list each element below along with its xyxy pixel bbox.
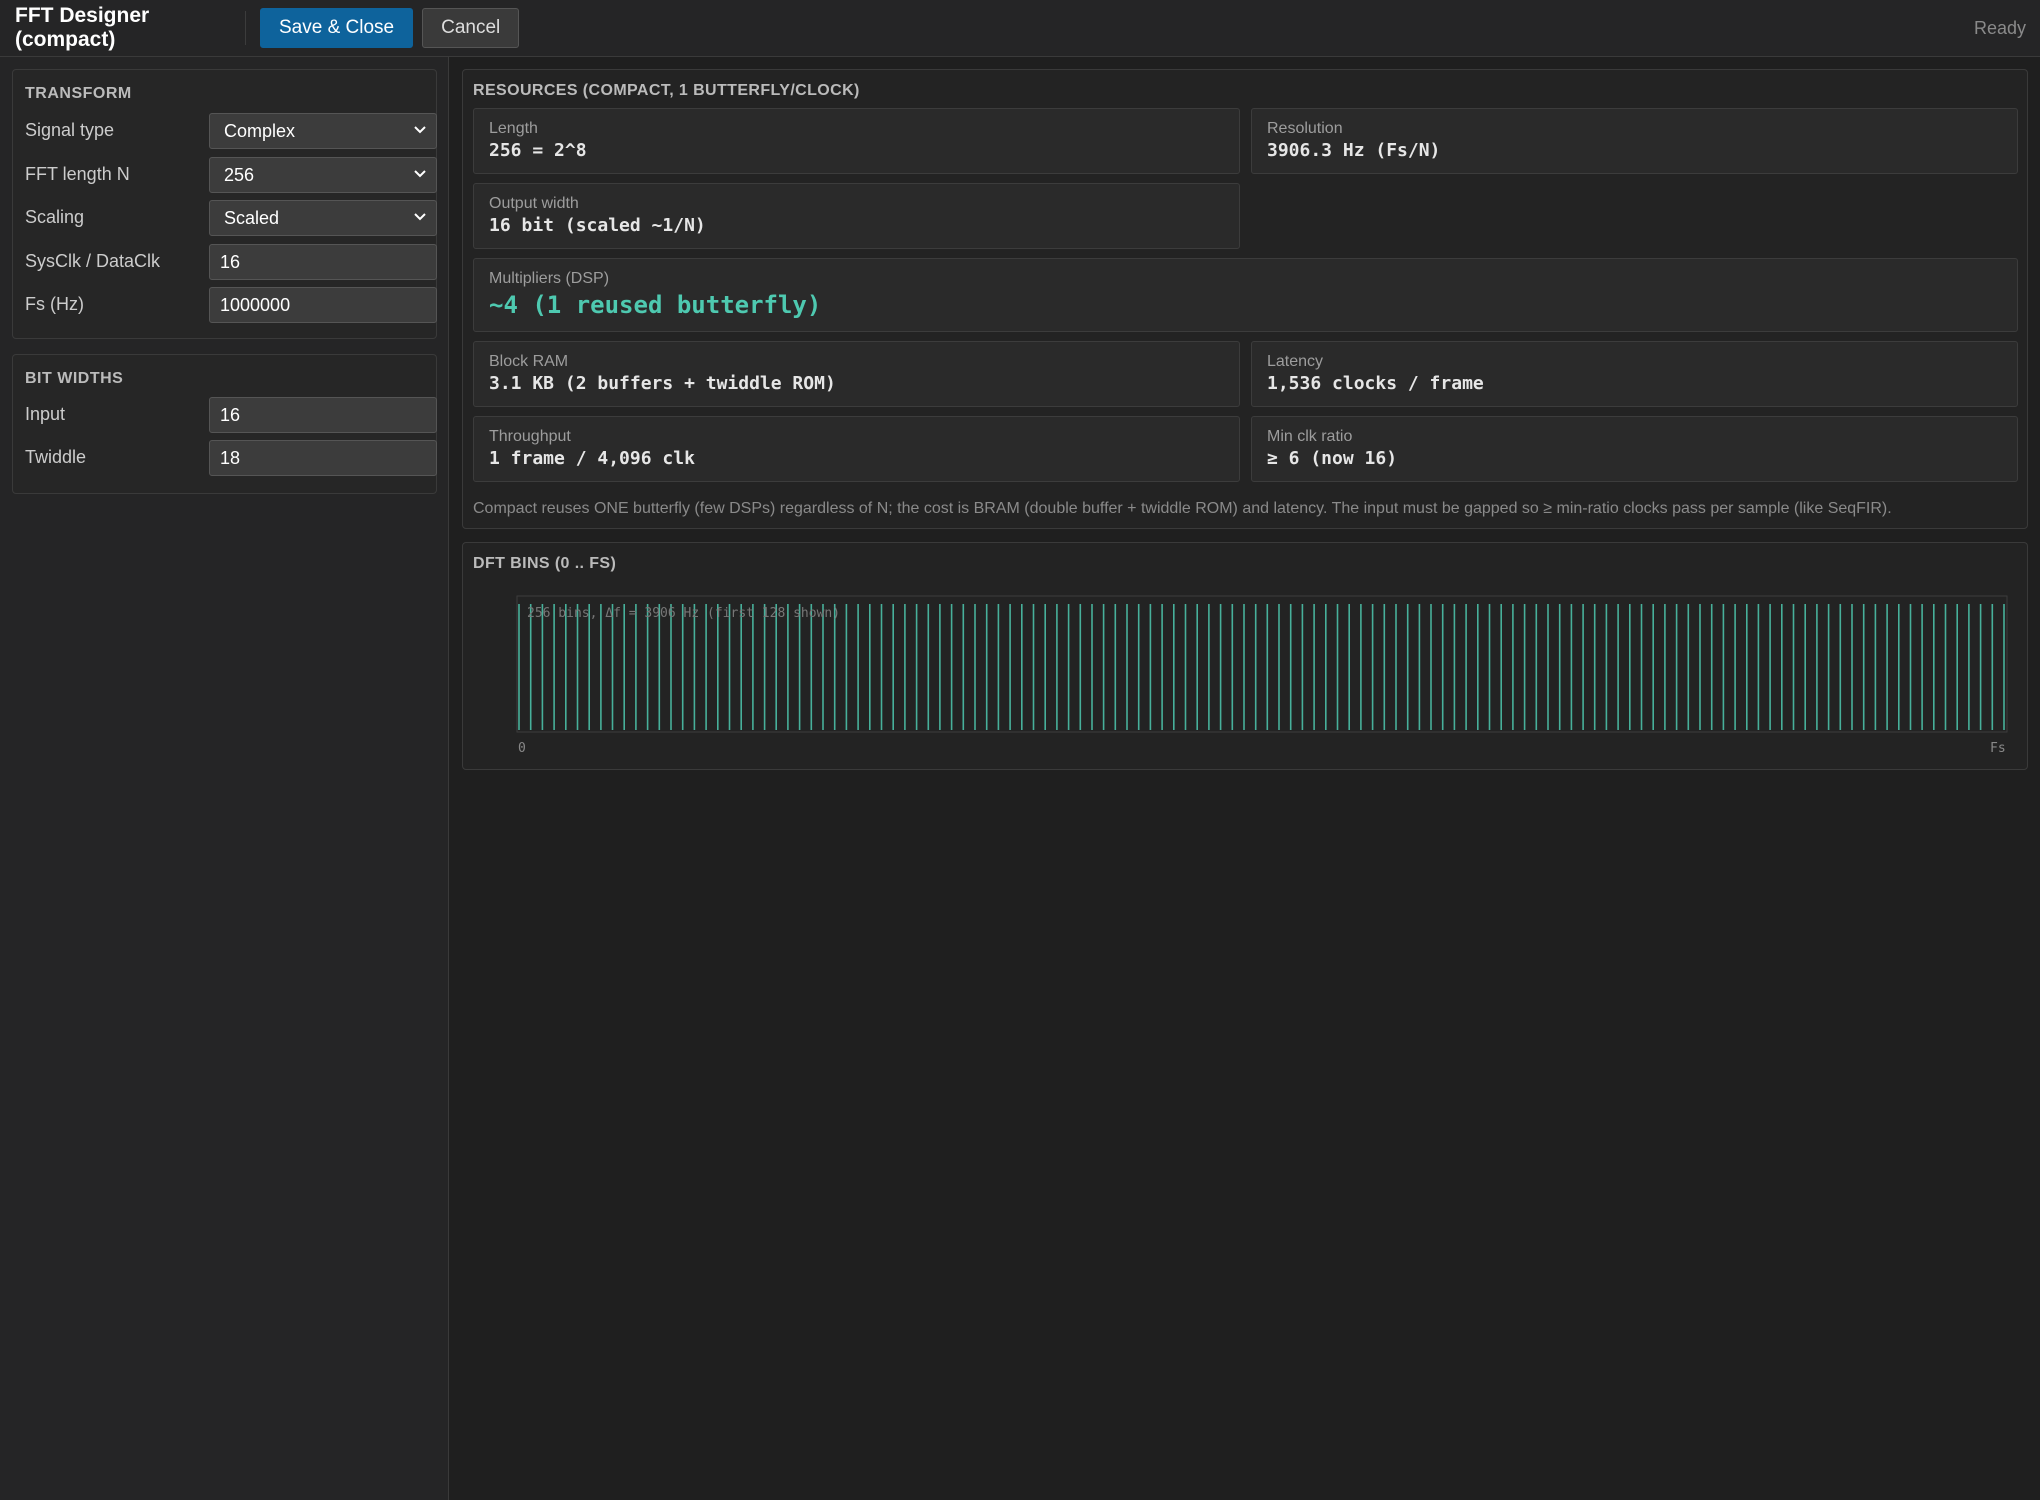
fs-row: Fs (Hz) 1000000 — [25, 287, 437, 323]
fft-length-label: FFT length N — [25, 164, 130, 184]
length-card: Length 256 = 2^8 — [473, 108, 1240, 174]
bit-widths-group: BIT WIDTHS Input 16 Twiddle 18 — [12, 354, 437, 494]
cancel-button[interactable]: Cancel — [422, 8, 520, 48]
toolbar-divider — [245, 11, 246, 45]
throughput-value: 1 frame / 4,096 clk — [489, 448, 695, 469]
twiddle-width-row: Twiddle 18 — [25, 440, 437, 476]
status-text: Ready — [1973, 18, 2026, 38]
resolution-label: Resolution — [1267, 120, 1343, 137]
fs-input[interactable]: 1000000 — [209, 287, 437, 323]
app-title: FFT Designer (compact) — [15, 4, 150, 51]
scaling-label: Scaling — [25, 207, 85, 227]
sysclk-row: SysClk / DataClk 16 — [25, 244, 437, 280]
output-width-card: Output width 16 bit (scaled ~1/N) — [473, 183, 1240, 249]
min-clk-ratio-value: ≥ 6 (now 16) — [1267, 448, 1398, 469]
save-close-button[interactable]: Save & Close — [260, 8, 414, 48]
chevron-down-icon — [414, 213, 426, 221]
resolution-value: 3906.3 Hz (Fs/N) — [1267, 140, 1441, 161]
block-ram-value: 3.1 KB (2 buffers + twiddle ROM) — [489, 373, 836, 394]
fft-length-row: FFT length N 256 — [25, 157, 437, 193]
fft-length-select[interactable]: 256 — [209, 157, 437, 193]
block-ram-label: Block RAM — [489, 353, 569, 370]
length-value: 256 = 2^8 — [489, 140, 587, 161]
chevron-down-icon — [414, 126, 426, 134]
scaling-row: Scaling Scaled — [25, 200, 437, 236]
input-width-row: Input 16 — [25, 397, 437, 433]
twiddle-width-label: Twiddle — [25, 447, 87, 467]
resources-title: RESOURCES (COMPACT, 1 BUTTERFLY/CLOCK) — [473, 82, 860, 99]
scaling-select[interactable]: Scaled — [209, 200, 437, 236]
resources-panel: RESOURCES (COMPACT, 1 BUTTERFLY/CLOCK) L… — [462, 69, 2028, 529]
latency-label: Latency — [1267, 353, 1324, 370]
output-width-value: 16 bit (scaled ~1/N) — [489, 215, 706, 236]
fft-length-value: 256 — [224, 165, 255, 185]
signal-type-select[interactable]: Complex — [209, 113, 437, 149]
dft-bins-panel: DFT BINS (0 .. FS) 256 bins, Δf = 3906 H… — [462, 542, 2028, 770]
bit-widths-title: BIT WIDTHS — [25, 370, 124, 387]
input-width-input[interactable]: 16 — [209, 397, 437, 433]
chart-annotation: 256 bins, Δf = 3906 Hz (first 128 shown) — [527, 606, 840, 621]
multipliers-value: ~4 (1 reused butterfly) — [489, 291, 822, 319]
resources-note: Compact reuses ONE butterfly (few DSPs) … — [473, 500, 1892, 517]
toolbar: FFT Designer (compact) Save & Close Canc… — [0, 0, 2040, 57]
signal-type-label: Signal type — [25, 120, 115, 140]
twiddle-width-input[interactable]: 18 — [209, 440, 437, 476]
transform-group: TRANSFORM Signal type Complex FFT length… — [12, 69, 437, 339]
min-clk-ratio-card: Min clk ratio ≥ 6 (now 16) — [1251, 416, 2018, 482]
throughput-card: Throughput 1 frame / 4,096 clk — [473, 416, 1240, 482]
sidebar: TRANSFORM Signal type Complex FFT length… — [0, 57, 449, 1500]
block-ram-card: Block RAM 3.1 KB (2 buffers + twiddle RO… — [473, 341, 1240, 407]
dft-bins-chart: 256 bins, Δf = 3906 Hz (first 128 shown)… — [516, 595, 2008, 756]
throughput-label: Throughput — [489, 428, 571, 445]
output-width-label: Output width — [489, 195, 579, 212]
latency-value: 1,536 clocks / frame — [1267, 373, 1484, 394]
x-tick-label-start: 0 — [518, 741, 526, 756]
multipliers-label: Multipliers (DSP) — [489, 270, 610, 287]
scaling-value: Scaled — [224, 208, 280, 228]
signal-type-row: Signal type Complex — [25, 113, 437, 149]
sysclk-label: SysClk / DataClk — [25, 251, 161, 271]
multipliers-card: Multipliers (DSP) ~4 (1 reused butterfly… — [473, 258, 2018, 332]
fs-label: Fs (Hz) — [25, 294, 84, 314]
signal-type-value: Complex — [224, 121, 296, 141]
bin-lines — [518, 604, 2005, 730]
length-label: Length — [489, 120, 538, 137]
latency-card: Latency 1,536 clocks / frame — [1251, 341, 2018, 407]
chevron-down-icon — [414, 170, 426, 178]
input-width-label: Input — [25, 404, 66, 424]
transform-title: TRANSFORM — [25, 85, 132, 102]
x-tick-label-end: Fs — [1990, 741, 2006, 756]
resolution-card: Resolution 3906.3 Hz (Fs/N) — [1251, 108, 2018, 174]
sysclk-input[interactable]: 16 — [209, 244, 437, 280]
min-clk-ratio-label: Min clk ratio — [1267, 428, 1353, 445]
